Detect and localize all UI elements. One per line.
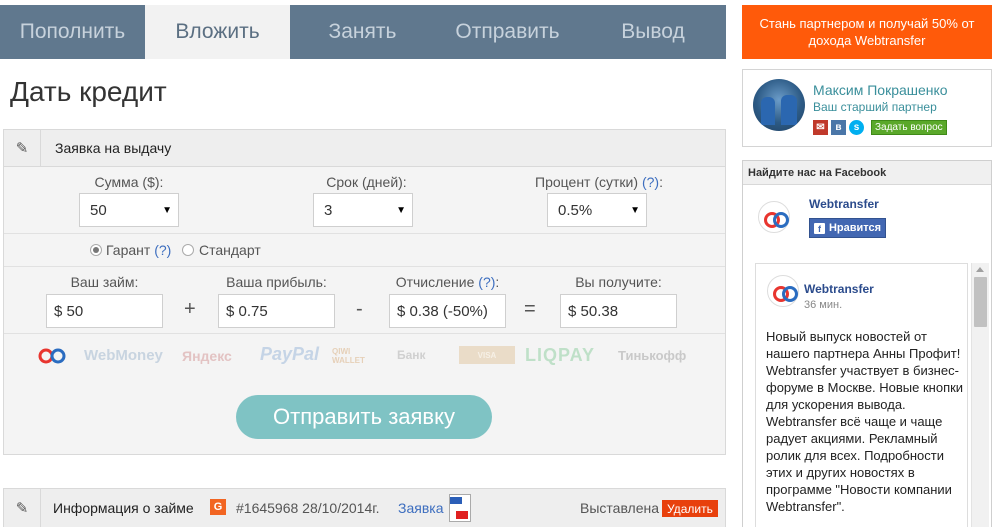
loan-number: #1645968 28/10/2014г. bbox=[236, 500, 380, 516]
application-link[interactable]: Заявка bbox=[398, 500, 443, 516]
facebook-widget: Найдите нас на Facebook Webtransfer f Нр… bbox=[742, 160, 992, 527]
ask-question-button[interactable]: Задать вопрос bbox=[871, 120, 947, 135]
receive-field[interactable]: $ 50.38 bbox=[560, 294, 677, 328]
partner-role: Ваш старший партнер bbox=[813, 100, 937, 114]
tab-vlozhit[interactable]: Вложить bbox=[145, 5, 290, 59]
percent-select[interactable]: 0.5% ▼ bbox=[547, 193, 647, 227]
dropdown-arrow-icon: ▼ bbox=[630, 205, 640, 216]
pencil-icon: ✎ bbox=[4, 489, 41, 527]
partner-name[interactable]: Максим Покрашенко bbox=[813, 82, 948, 98]
loan-status: Выставлена bbox=[580, 500, 660, 516]
pencil-icon: ✎ bbox=[4, 129, 41, 167]
mail-icon[interactable]: ✉ bbox=[813, 120, 828, 135]
scroll-up-arrow-icon[interactable] bbox=[976, 267, 984, 272]
skype-icon[interactable]: s bbox=[849, 120, 864, 135]
panel-header: ✎ Заявка на выдачу bbox=[4, 129, 725, 167]
dropdown-arrow-icon: ▼ bbox=[162, 205, 172, 216]
webtransfer-logo-icon[interactable] bbox=[767, 275, 799, 307]
profit-label: Ваша прибыль: bbox=[226, 274, 327, 290]
plus-sign: + bbox=[184, 298, 196, 320]
profit-field[interactable]: $ 0.75 bbox=[218, 294, 335, 328]
your-loan-field[interactable]: $ 50 bbox=[46, 294, 163, 328]
payment-paypal: PayPal bbox=[260, 344, 320, 364]
webtransfer-logo-icon[interactable] bbox=[758, 201, 790, 233]
facebook-feed-post: Webtransfer 36 мин. Новый выпуск новосте… bbox=[755, 263, 968, 527]
percent-label-text: Процент (сутки) bbox=[535, 174, 639, 190]
payment-yandex: Яндекс bbox=[182, 348, 232, 364]
amount-label: Сумма ($): bbox=[94, 174, 164, 190]
tab-popolnit[interactable]: Пополнить bbox=[0, 5, 145, 59]
top-nav: Пополнить Вложить Занять Отправить Вывод bbox=[0, 5, 726, 59]
dropdown-arrow-icon: ▼ bbox=[396, 205, 406, 216]
percent-help-link[interactable]: (?) bbox=[642, 174, 659, 190]
partner-program-banner[interactable]: Стань партнером и получай 50% от дохода … bbox=[742, 5, 992, 59]
pdf-document-icon[interactable] bbox=[449, 494, 471, 522]
submit-application-button[interactable]: Отправить заявку bbox=[236, 395, 492, 439]
post-time[interactable]: 36 мин. bbox=[804, 299, 842, 311]
payment-liqpay: LIQPAY bbox=[525, 345, 596, 365]
post-text: Новый выпуск новостей от нашего партнера… bbox=[766, 329, 964, 514]
your-loan-label: Ваш займ: bbox=[70, 274, 139, 290]
tab-otpravit[interactable]: Отправить bbox=[435, 5, 580, 59]
scrollbar-thumb[interactable] bbox=[974, 277, 987, 327]
facebook-widget-header: Найдите нас на Facebook bbox=[743, 161, 991, 185]
vk-icon[interactable]: в bbox=[831, 120, 846, 135]
amount-select-value: 50 bbox=[90, 201, 107, 219]
equals-sign: = bbox=[524, 298, 536, 320]
facebook-icon: f bbox=[813, 222, 825, 234]
term-select-value: 3 bbox=[324, 201, 333, 219]
standard-radio[interactable] bbox=[182, 244, 194, 256]
like-button-label: Нравится bbox=[828, 222, 882, 234]
fee-label: Отчисление (?): bbox=[389, 274, 506, 290]
facebook-page-name[interactable]: Webtransfer bbox=[809, 197, 879, 211]
like-button[interactable]: f Нравится bbox=[809, 218, 886, 238]
tab-vyvod[interactable]: Вывод bbox=[580, 5, 726, 59]
params-row: Сумма ($): 50 ▼ Срок (дней): 3 ▼ Процент… bbox=[4, 168, 725, 234]
term-label: Срок (дней): bbox=[326, 174, 407, 190]
delete-button[interactable]: Удалить bbox=[662, 500, 718, 517]
percent-label-colon: : bbox=[659, 174, 663, 190]
payment-tinkoff: Тинькофф bbox=[618, 348, 687, 363]
fee-label-colon: : bbox=[495, 274, 500, 290]
term-select[interactable]: 3 ▼ bbox=[313, 193, 413, 227]
guarantee-label: Гарант (?) bbox=[106, 242, 171, 258]
page: Пополнить Вложить Занять Отправить Вывод… bbox=[0, 0, 992, 527]
payment-qiwi: QIWI WALLET bbox=[332, 347, 365, 365]
page-title: Дать кредит bbox=[10, 76, 167, 107]
guarantee-radio[interactable] bbox=[90, 244, 102, 256]
amount-select[interactable]: 50 ▼ bbox=[79, 193, 179, 227]
payment-webmoney: WebMoney bbox=[84, 347, 163, 364]
minus-sign: - bbox=[356, 298, 363, 320]
standard-label: Стандарт bbox=[199, 242, 261, 258]
loan-info-title: Информация о займе bbox=[53, 500, 194, 516]
payment-cards: VISA bbox=[459, 346, 515, 364]
guarantee-badge: G bbox=[210, 499, 226, 515]
payment-methods-row: WebMoney Яндекс PayPal QIWI WALLET Банк … bbox=[4, 336, 725, 376]
loan-application-panel: ✎ Заявка на выдачу Сумма ($): 50 ▼ Срок … bbox=[3, 129, 726, 455]
payment-bank: Банк bbox=[397, 348, 426, 362]
percent-label: Процент (сутки) (?): bbox=[529, 174, 669, 190]
tab-zanyat[interactable]: Занять bbox=[290, 5, 435, 59]
webtransfer-logo-icon bbox=[35, 347, 69, 368]
fee-field[interactable]: $ 0.38 (-50%) bbox=[389, 294, 506, 328]
calculation-row: Ваш займ: $ 50 + Ваша прибыль: $ 0.75 - … bbox=[4, 268, 725, 334]
receive-label: Вы получите: bbox=[575, 274, 662, 290]
percent-select-value: 0.5% bbox=[558, 201, 593, 219]
guarantee-row: Гарант (?) Стандарт bbox=[4, 235, 725, 267]
loan-info-panel: ✎ Информация о займе G #1645968 28/10/20… bbox=[3, 488, 726, 527]
guarantee-label-text: Гарант bbox=[106, 242, 151, 258]
fee-label-text: Отчисление bbox=[395, 274, 475, 290]
fee-help-link[interactable]: (?) bbox=[478, 274, 495, 290]
feed-scrollbar[interactable] bbox=[971, 263, 989, 527]
panel-title: Заявка на выдачу bbox=[55, 140, 172, 156]
senior-partner-card: Максим Покрашенко Ваш старший партнер ✉ … bbox=[742, 69, 992, 147]
avatar bbox=[753, 79, 805, 131]
guarantee-help-link[interactable]: (?) bbox=[154, 242, 171, 258]
post-author[interactable]: Webtransfer bbox=[804, 282, 874, 296]
